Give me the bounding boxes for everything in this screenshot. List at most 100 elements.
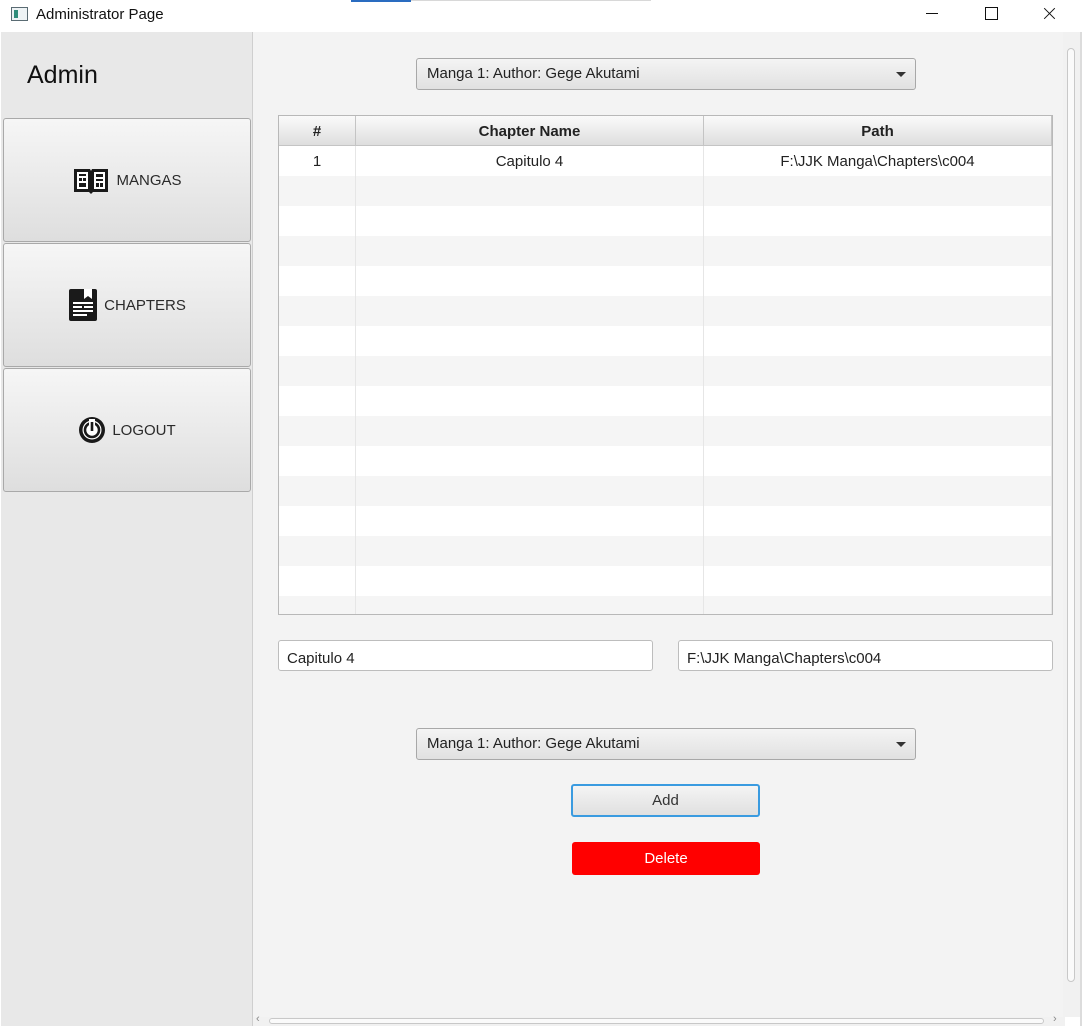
add-button[interactable]: Add <box>571 784 760 817</box>
table-cell <box>356 446 704 476</box>
table-body: 1 Capitulo 4 F:\JJK Manga\Chapters\c004 <box>279 146 1052 614</box>
manga-select[interactable]: Manga 1: Author: Gege Akutami <box>416 58 916 90</box>
table-cell <box>356 476 704 506</box>
table-cell <box>279 566 356 596</box>
table-cell <box>704 356 1052 386</box>
table-cell <box>356 566 704 596</box>
table-cell <box>356 416 704 446</box>
title-accent-line <box>351 0 411 2</box>
table-cell: 1 <box>279 146 356 176</box>
table-cell <box>279 326 356 356</box>
table-row[interactable] <box>279 476 1052 506</box>
scroll-left-icon[interactable]: ‹ <box>256 1013 260 1025</box>
vertical-scrollbar[interactable] <box>1063 32 1080 1017</box>
vertical-scroll-thumb[interactable] <box>1067 48 1075 982</box>
table-cell <box>704 236 1052 266</box>
table-cell <box>704 446 1052 476</box>
power-icon <box>78 416 106 444</box>
sidebar-item-chapters[interactable]: CHAPTERS <box>3 243 251 367</box>
manga-select-value: Manga 1: Author: Gege Akutami <box>427 65 640 82</box>
title-divider-line <box>411 0 651 1</box>
table-cell <box>704 476 1052 506</box>
table-cell <box>704 296 1052 326</box>
table-cell <box>356 326 704 356</box>
column-header-number[interactable]: # <box>279 116 356 146</box>
chapter-book-icon <box>68 288 98 322</box>
table-row[interactable] <box>279 206 1052 236</box>
title-bar: Administrator Page <box>0 0 1082 32</box>
horizontal-scroll-thumb[interactable] <box>269 1018 1044 1024</box>
column-header-chapter-name[interactable]: Chapter Name <box>356 116 704 146</box>
table-cell <box>704 176 1052 206</box>
table-row[interactable] <box>279 266 1052 296</box>
table-row[interactable] <box>279 356 1052 386</box>
table-cell <box>704 566 1052 596</box>
table-cell <box>279 356 356 386</box>
table-cell <box>356 176 704 206</box>
close-button[interactable] <box>1020 0 1078 30</box>
table-cell <box>279 536 356 566</box>
table-row[interactable] <box>279 416 1052 446</box>
chapters-table: # Chapter Name Path 1 Capitulo 4 F:\JJK Ma… <box>278 115 1053 615</box>
table-row[interactable] <box>279 326 1052 356</box>
table-cell <box>704 326 1052 356</box>
table-cell <box>279 386 356 416</box>
table-cell <box>356 356 704 386</box>
sidebar-item-logout[interactable]: LOGOUT <box>3 368 251 492</box>
table-cell <box>704 386 1052 416</box>
table-cell <box>279 236 356 266</box>
chapter-path-input[interactable] <box>678 640 1053 671</box>
table-cell <box>356 536 704 566</box>
table-cell <box>356 506 704 536</box>
open-book-icon <box>72 165 110 195</box>
table-cell <box>704 596 1052 614</box>
sidebar-item-mangas[interactable]: MANGAS <box>3 118 251 242</box>
table-cell <box>279 296 356 326</box>
table-header: # Chapter Name Path <box>279 116 1052 146</box>
chapter-name-input[interactable] <box>278 640 653 671</box>
sidebar-item-label: MANGAS <box>116 171 182 189</box>
sidebar-title: Admin <box>27 61 98 89</box>
table-row[interactable] <box>279 236 1052 266</box>
table-cell <box>704 206 1052 236</box>
app-icon <box>11 7 28 21</box>
sidebar-item-label: LOGOUT <box>112 421 176 439</box>
chevron-down-icon <box>896 742 906 747</box>
horizontal-scrollbar[interactable]: ‹ › <box>253 1013 1065 1026</box>
table-cell: Capitulo 4 <box>356 146 704 176</box>
table-cell <box>356 386 704 416</box>
table-row[interactable] <box>279 506 1052 536</box>
table-row[interactable] <box>279 446 1052 476</box>
table-row[interactable] <box>279 386 1052 416</box>
table-row[interactable] <box>279 566 1052 596</box>
table-cell: F:\JJK Manga\Chapters\c004 <box>704 146 1052 176</box>
window-title: Administrator Page <box>36 6 164 23</box>
table-row[interactable] <box>279 176 1052 206</box>
table-row[interactable]: 1 Capitulo 4 F:\JJK Manga\Chapters\c004 <box>279 146 1052 176</box>
table-cell <box>279 446 356 476</box>
column-header-path[interactable]: Path <box>704 116 1052 146</box>
table-cell <box>704 536 1052 566</box>
table-cell <box>279 176 356 206</box>
sidebar-item-label: CHAPTERS <box>104 296 186 314</box>
table-row[interactable] <box>279 536 1052 566</box>
table-cell <box>279 266 356 296</box>
table-cell <box>356 266 704 296</box>
table-cell <box>356 206 704 236</box>
chevron-down-icon <box>896 72 906 77</box>
table-cell <box>279 416 356 446</box>
table-cell <box>279 476 356 506</box>
table-row[interactable] <box>279 296 1052 326</box>
minimize-button[interactable] <box>904 0 962 30</box>
table-cell <box>704 506 1052 536</box>
delete-button[interactable]: Delete <box>572 842 760 875</box>
table-cell <box>704 416 1052 446</box>
scroll-right-icon[interactable]: › <box>1053 1013 1057 1025</box>
table-cell <box>279 206 356 236</box>
form-manga-select-value: Manga 1: Author: Gege Akutami <box>427 735 640 752</box>
table-cell <box>704 266 1052 296</box>
table-cell <box>356 296 704 326</box>
maximize-button[interactable] <box>962 0 1020 30</box>
form-manga-select[interactable]: Manga 1: Author: Gege Akutami <box>416 728 916 760</box>
table-row[interactable] <box>279 596 1052 614</box>
